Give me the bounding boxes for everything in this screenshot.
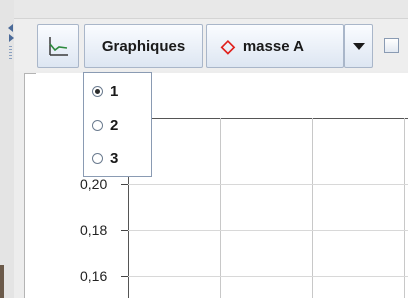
radio-unselected-icon[interactable] [92,152,103,164]
y-axis-label: 0,20 [80,176,108,192]
background-edge [0,265,4,298]
y-axis-tick [121,184,128,185]
collapse-left-icon[interactable] [8,24,13,32]
radio-selected-icon[interactable] [92,85,103,97]
graphiques-button[interactable]: Graphiques [84,24,203,68]
plot-area[interactable] [128,118,408,298]
toolbar-checkbox[interactable] [384,38,399,53]
chevron-down-icon [352,42,365,50]
graph-menu-item-3[interactable]: 3 [92,146,118,170]
menu-item-label: 3 [110,149,119,167]
splitter-grip[interactable] [9,46,12,60]
y-axis-tick [121,230,128,231]
line-graph-icon [49,37,68,56]
y-axis-label: 0,16 [80,268,108,284]
y-axis-label: 0,18 [80,222,108,238]
series-select-value: masse A [242,37,304,55]
grid-line-horizontal [128,230,408,231]
window-top-strip [14,0,408,19]
graphiques-label: Graphiques [101,37,186,55]
grid-line-horizontal [128,276,408,277]
diamond-marker-icon: ◇ [221,36,235,56]
graph-view-button[interactable] [37,24,79,68]
panel-splitter[interactable] [0,0,14,298]
radio-unselected-icon[interactable] [92,119,103,131]
menu-item-label: 2 [110,116,119,134]
y-axis-tick [121,276,128,277]
graph-menu-item-2[interactable]: 2 [92,113,118,137]
graph-menu-item-1[interactable]: 1 [92,79,118,103]
grid-line-vertical [220,118,221,298]
grid-line-horizontal [128,184,408,185]
series-dropdown-button[interactable] [344,24,373,68]
series-select[interactable]: ◇ masse A [206,24,344,68]
grid-line-vertical [312,118,313,298]
grid-line-vertical [404,118,405,298]
menu-item-label: 1 [110,82,119,100]
